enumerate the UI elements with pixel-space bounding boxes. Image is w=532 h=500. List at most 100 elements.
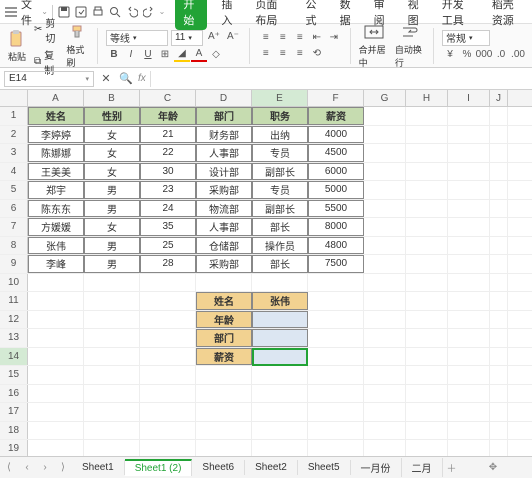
- align-center-icon[interactable]: ≡: [275, 47, 291, 61]
- cell[interactable]: [28, 440, 84, 458]
- cell[interactable]: [406, 126, 448, 144]
- sheet-tab-6[interactable]: Sheet6: [192, 460, 245, 475]
- cell[interactable]: [308, 292, 364, 310]
- cell[interactable]: [364, 107, 406, 125]
- row-head[interactable]: 4: [0, 163, 28, 181]
- row-head[interactable]: 2: [0, 126, 28, 144]
- row-head[interactable]: 19: [0, 440, 28, 458]
- cell[interactable]: [364, 237, 406, 255]
- next-sheet-icon[interactable]: ›: [36, 462, 54, 473]
- cell[interactable]: 职务: [252, 107, 308, 125]
- cell[interactable]: 张伟: [252, 292, 308, 310]
- cell[interactable]: 薪资: [196, 348, 252, 366]
- tab-insert[interactable]: 插入: [217, 0, 241, 30]
- cell[interactable]: [84, 311, 140, 329]
- indent-dec-icon[interactable]: ⇤: [309, 31, 325, 45]
- cell[interactable]: 5000: [308, 181, 364, 199]
- cell[interactable]: 设计部: [196, 163, 252, 181]
- cell[interactable]: 副部长: [252, 200, 308, 218]
- cell[interactable]: 年龄: [196, 311, 252, 329]
- sheet-tab-m2[interactable]: 二月: [402, 458, 443, 477]
- cell[interactable]: [364, 218, 406, 236]
- cell[interactable]: [364, 403, 406, 421]
- cell[interactable]: 男: [84, 200, 140, 218]
- cell[interactable]: [308, 385, 364, 403]
- select-all-corner[interactable]: [0, 90, 28, 106]
- cell[interactable]: [364, 329, 406, 347]
- cell[interactable]: [490, 237, 508, 255]
- cell[interactable]: [140, 311, 196, 329]
- row-head[interactable]: 10: [0, 274, 28, 292]
- font-select[interactable]: 等线▾: [106, 30, 168, 46]
- cell[interactable]: [140, 348, 196, 366]
- cell[interactable]: [490, 181, 508, 199]
- dec-dec-icon[interactable]: .00: [510, 48, 526, 62]
- cell[interactable]: 女: [84, 163, 140, 181]
- col-I[interactable]: I: [448, 90, 490, 106]
- cell[interactable]: [406, 107, 448, 125]
- cell[interactable]: [28, 422, 84, 440]
- font-color-icon[interactable]: A: [191, 48, 207, 62]
- cell[interactable]: 30: [140, 163, 196, 181]
- col-E[interactable]: E: [252, 90, 308, 106]
- cell[interactable]: [364, 274, 406, 292]
- indent-inc-icon[interactable]: ⇥: [326, 31, 342, 45]
- cell[interactable]: [406, 329, 448, 347]
- target-icon[interactable]: ✥: [484, 462, 502, 473]
- cell[interactable]: [140, 422, 196, 440]
- cell[interactable]: [252, 403, 308, 421]
- cell[interactable]: 24: [140, 200, 196, 218]
- cell[interactable]: [448, 237, 490, 255]
- cell[interactable]: [448, 422, 490, 440]
- underline-icon[interactable]: U: [140, 48, 156, 62]
- cell[interactable]: [406, 385, 448, 403]
- cell[interactable]: [448, 255, 490, 273]
- cell[interactable]: [490, 422, 508, 440]
- cell[interactable]: [28, 385, 84, 403]
- clear-icon[interactable]: ◇: [208, 48, 224, 62]
- cell[interactable]: 物流部: [196, 200, 252, 218]
- cell[interactable]: [196, 366, 252, 384]
- cell[interactable]: [448, 311, 490, 329]
- cell[interactable]: [308, 348, 364, 366]
- cell[interactable]: 6000: [308, 163, 364, 181]
- redo-icon[interactable]: [142, 3, 157, 21]
- cell[interactable]: [364, 163, 406, 181]
- numfmt-select[interactable]: 常规▾: [442, 30, 490, 46]
- cell[interactable]: [84, 422, 140, 440]
- last-sheet-icon[interactable]: ⟩: [54, 462, 72, 473]
- shrink-font-icon[interactable]: A⁻: [225, 30, 241, 44]
- cell[interactable]: [490, 348, 508, 366]
- row-head[interactable]: 14: [0, 348, 28, 366]
- saveas-icon[interactable]: [74, 3, 89, 21]
- cell[interactable]: [490, 366, 508, 384]
- cell[interactable]: [448, 329, 490, 347]
- cell[interactable]: [84, 385, 140, 403]
- merge-button[interactable]: 合并居中: [359, 22, 389, 69]
- cell[interactable]: [448, 385, 490, 403]
- cell[interactable]: 年龄: [140, 107, 196, 125]
- row-head[interactable]: 16: [0, 385, 28, 403]
- undo-icon[interactable]: [125, 3, 140, 21]
- cell[interactable]: [448, 218, 490, 236]
- cell[interactable]: 李婷婷: [28, 126, 84, 144]
- percent-icon[interactable]: %: [459, 48, 475, 62]
- cell[interactable]: [406, 181, 448, 199]
- tab-data[interactable]: 数据: [336, 0, 360, 30]
- col-J[interactable]: J: [490, 90, 508, 106]
- row-head[interactable]: 9: [0, 255, 28, 273]
- cell[interactable]: [28, 348, 84, 366]
- cell[interactable]: [490, 144, 508, 162]
- cell[interactable]: 男: [84, 237, 140, 255]
- cell[interactable]: 方媛媛: [28, 218, 84, 236]
- cell[interactable]: [490, 329, 508, 347]
- cell[interactable]: [364, 144, 406, 162]
- row-head[interactable]: 17: [0, 403, 28, 421]
- cell[interactable]: [490, 126, 508, 144]
- cell[interactable]: 操作员: [252, 237, 308, 255]
- fn-cancel-icon[interactable]: ✕: [98, 72, 114, 86]
- cell[interactable]: [406, 311, 448, 329]
- cell[interactable]: [28, 329, 84, 347]
- format-painter[interactable]: 格式刷: [66, 22, 89, 69]
- cell[interactable]: [140, 274, 196, 292]
